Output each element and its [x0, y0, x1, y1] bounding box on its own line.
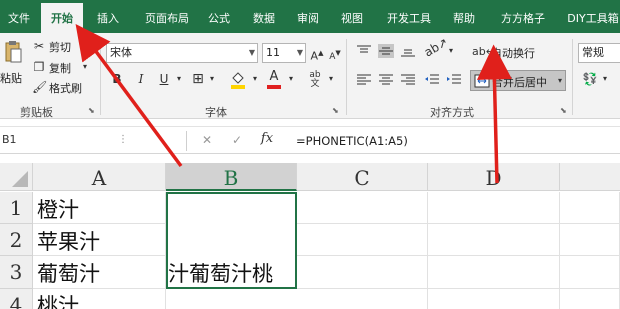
arrow-to-merge-center: [476, 44, 512, 184]
arrow-to-home-tab: [75, 23, 183, 168]
annotation-arrows: [75, 23, 512, 184]
